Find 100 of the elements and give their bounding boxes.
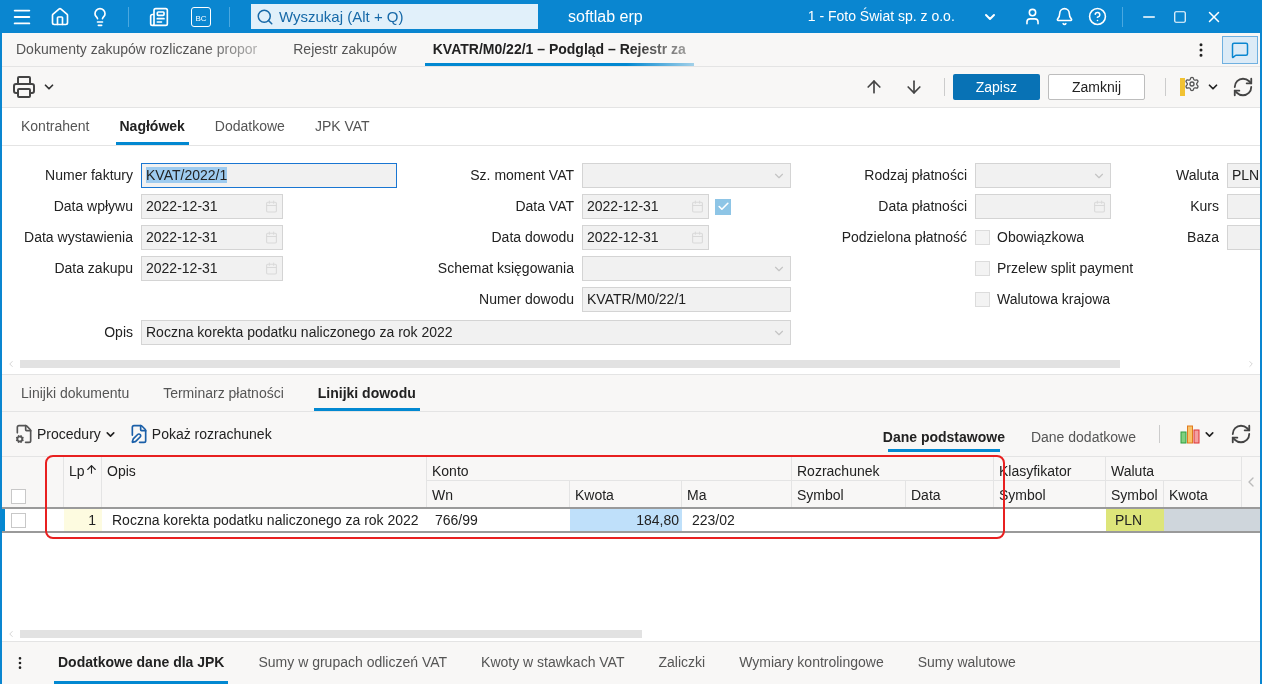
help-icon[interactable] <box>1087 7 1107 26</box>
field-label: Kurs <box>1190 198 1219 214</box>
option-label: Walutowa krajowa <box>997 290 1111 309</box>
input-field[interactable] <box>1227 225 1260 250</box>
date-field[interactable] <box>975 194 1111 219</box>
document-tab[interactable]: Rejestr zakupów <box>285 33 405 66</box>
chat-icon <box>1231 40 1249 59</box>
field-label: Numer dowodu <box>479 291 574 307</box>
settings-warning-icon[interactable] <box>1180 76 1200 98</box>
scrollbar[interactable] <box>20 629 642 638</box>
sort-arrow-icon <box>84 463 98 476</box>
tab[interactable]: Sumy walutowe <box>905 642 1028 684</box>
column-header[interactable]: Lp <box>64 457 102 507</box>
dropdown-field[interactable] <box>582 163 791 188</box>
refresh-icon[interactable] <box>1232 76 1254 98</box>
home-icon[interactable] <box>50 6 70 27</box>
column-header[interactable]: Kwota <box>1164 481 1242 507</box>
field-label: Sz. moment VAT <box>470 167 574 183</box>
checkbox[interactable] <box>975 230 990 245</box>
table-cell: 1 <box>64 509 102 531</box>
maximize-icon[interactable] <box>1172 9 1187 24</box>
refresh-icon[interactable] <box>1230 423 1252 445</box>
field-label: Numer faktury <box>45 167 133 183</box>
calendar-icon <box>1093 200 1106 213</box>
dropdown-field[interactable] <box>582 256 791 281</box>
table-cell-text: Roczna korekta podatku naliczonego za rok 2022 <box>111 510 420 530</box>
table-cell-text: 223/02 <box>691 510 736 530</box>
bc-icon[interactable]: BC <box>191 6 211 27</box>
column-header[interactable]: Symbol <box>792 481 906 507</box>
company-selector[interactable]: 1 - Foto Świat sp. z o.o. <box>807 6 955 27</box>
column-header[interactable]: Ma <box>682 481 792 507</box>
checkbox[interactable] <box>715 198 731 215</box>
tab[interactable]: Kontrahent <box>9 108 102 145</box>
column-header[interactable]: Wn <box>427 481 570 507</box>
field-label: Data VAT <box>515 198 574 214</box>
checkbox[interactable] <box>975 292 990 307</box>
column-group-header: Rozrachunek <box>792 457 994 481</box>
date-field[interactable]: 2022-12-31 <box>141 225 283 250</box>
input-field[interactable]: KVAT/2022/1 <box>141 163 397 188</box>
tab[interactable]: Dodatkowe <box>202 108 297 145</box>
date-field[interactable]: 2022-12-31 <box>582 225 709 250</box>
input-field[interactable]: PLN <box>1227 163 1260 188</box>
column-group-header: Waluta <box>1106 457 1242 481</box>
tab[interactable]: Zaliczki <box>646 642 718 684</box>
option-label: Obowiązkowa <box>997 228 1085 247</box>
calendar-icon <box>265 231 278 244</box>
field-label: Data zakupu <box>54 260 133 276</box>
tab[interactable]: JPK VAT <box>302 108 382 145</box>
tab[interactable]: Sumy w grupach odliczeń VAT <box>246 642 460 684</box>
dropdown-field[interactable] <box>975 163 1111 188</box>
field-label: Data dowodu <box>491 229 574 245</box>
document-tab[interactable]: KVATR/M0/22/1 – Podgląd – Rejestr za <box>424 33 694 66</box>
calendar-icon <box>691 231 704 244</box>
save-button[interactable]: Zapisz <box>952 74 1040 100</box>
calendar-icon <box>265 262 278 275</box>
table-cell-text: 766/99 <box>434 510 479 530</box>
tab[interactable]: Linijki dokumentu <box>9 375 142 411</box>
checkbox[interactable] <box>11 512 26 528</box>
tab[interactable]: Wymiary kontrolingowe <box>727 642 896 684</box>
field-label: Baza <box>1187 229 1219 245</box>
close-button[interactable]: Zamknij <box>1048 74 1145 100</box>
column-header[interactable]: Kwota <box>570 481 682 507</box>
table-cell: 184,80 <box>570 509 682 531</box>
table-cell: PLN <box>1106 509 1164 531</box>
calendar-icon <box>265 200 278 213</box>
column-header[interactable]: Opis <box>102 457 427 507</box>
printer-icon[interactable] <box>12 75 36 99</box>
input-field[interactable]: KVATR/M0/22/1 <box>582 287 791 312</box>
scrollbar[interactable] <box>20 360 1120 368</box>
input-field[interactable] <box>1227 194 1260 219</box>
newspaper-icon[interactable] <box>149 6 169 27</box>
tab[interactable]: Terminarz płatności <box>151 375 296 411</box>
search-icon <box>256 7 274 26</box>
file-gear-icon <box>14 424 34 444</box>
tab[interactable]: Dane podstawowe <box>879 422 1008 452</box>
column-header[interactable]: Symbol <box>1106 481 1164 507</box>
document-tab[interactable]: Dokumenty zakupów rozliczane propor <box>8 33 266 66</box>
tab[interactable]: Linijki dowodu <box>305 375 428 411</box>
checkbox[interactable] <box>975 261 990 276</box>
field-label: Data wpływu <box>53 198 133 214</box>
procedures-menu[interactable]: Procedury <box>14 423 117 445</box>
checkbox[interactable] <box>11 489 26 504</box>
tab[interactable]: Kwoty w stawkach VAT <box>469 642 637 684</box>
tab[interactable]: Dodatkowe dane dla JPK <box>46 642 237 684</box>
dropdown-field[interactable]: Roczna korekta podatku naliczonego za rok 2022 <box>141 320 791 345</box>
chat-button[interactable] <box>1222 35 1258 64</box>
field-label: Opis <box>104 324 133 340</box>
bell-icon[interactable] <box>1054 7 1074 26</box>
field-label: Schemat księgowania <box>437 260 574 276</box>
date-field[interactable]: 2022-12-31 <box>141 194 283 219</box>
product-name: softlab erp <box>568 6 643 27</box>
date-field[interactable]: 2022-12-31 <box>141 256 283 281</box>
date-field[interactable]: 2022-12-31 <box>582 194 709 219</box>
column-header[interactable]: Data <box>906 481 994 507</box>
tab[interactable]: Nagłówek <box>107 108 197 145</box>
tab[interactable]: Dane dodatkowe <box>1027 422 1139 452</box>
field-label: Data płatności <box>878 198 967 214</box>
field-label: Data wystawienia <box>24 229 133 245</box>
show-settlement-button[interactable]: Pokaż rozrachunek <box>128 423 272 445</box>
option-label: Przelew split payment <box>997 259 1134 278</box>
